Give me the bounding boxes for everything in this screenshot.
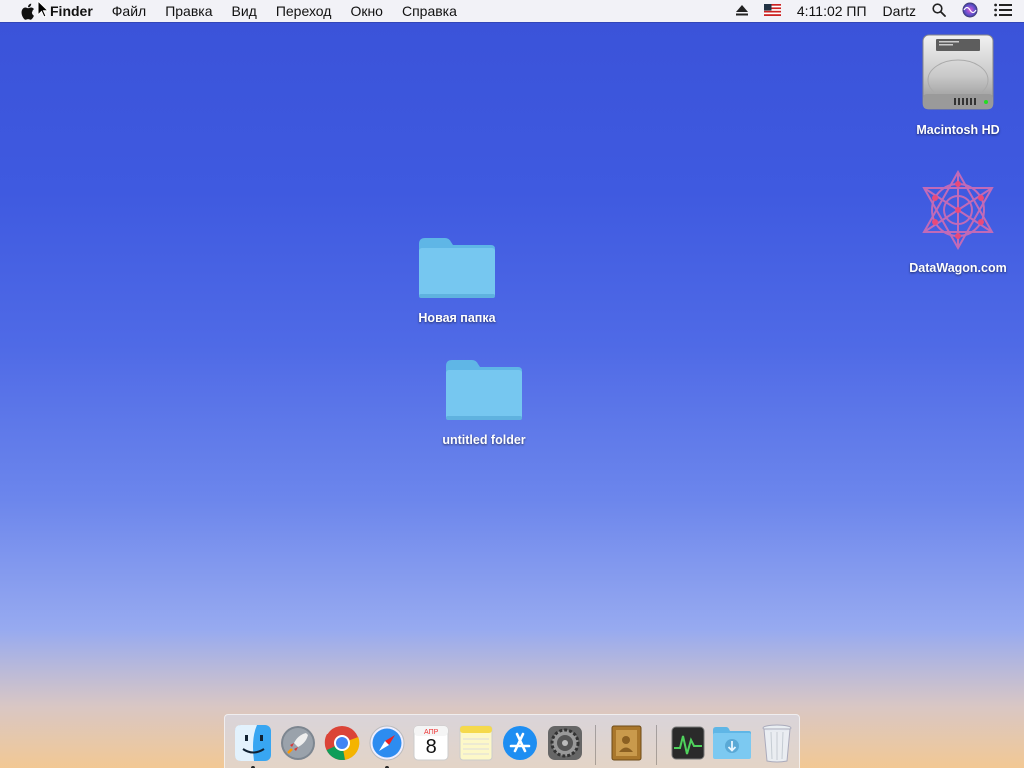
clock[interactable]: 4:11:02 ПП — [797, 3, 867, 19]
notification-center-icon[interactable] — [994, 3, 1012, 20]
menu-window[interactable]: Окно — [350, 3, 383, 19]
desktop-item-new-folder[interactable]: Новая папка — [392, 236, 522, 325]
desktop-item-untitled-folder[interactable]: untitled folder — [419, 358, 549, 447]
dock-activity-monitor[interactable] — [668, 721, 708, 765]
menu-go[interactable]: Переход — [276, 3, 332, 19]
siri-icon[interactable] — [962, 2, 978, 21]
menu-view[interactable]: Вид — [232, 3, 257, 19]
system-preferences-icon — [547, 726, 582, 760]
desktop-item-label: DataWagon.com — [909, 261, 1007, 275]
dock-separator — [656, 725, 658, 765]
safari-icon — [369, 725, 405, 761]
dock-safari[interactable] — [367, 721, 407, 768]
desktop: Finder Файл Правка Вид Переход Окно Спра… — [0, 0, 1024, 768]
activity-monitor-icon — [671, 726, 705, 760]
user-name[interactable]: Dartz — [883, 3, 916, 19]
downloads-folder-icon — [713, 727, 752, 759]
apple-logo-icon[interactable] — [19, 3, 35, 20]
dock-notes[interactable] — [456, 721, 496, 765]
us-flag-input-icon[interactable] — [763, 3, 781, 19]
chrome-icon — [324, 726, 360, 760]
dock-calendar[interactable]: АПР 8 — [411, 721, 451, 765]
search-icon[interactable] — [932, 2, 946, 20]
dock-trash[interactable] — [757, 721, 797, 765]
menu-file[interactable]: Файл — [112, 3, 146, 19]
launchpad-icon — [280, 726, 315, 760]
notes-icon — [459, 725, 493, 761]
dock-chrome[interactable] — [322, 721, 362, 765]
dock-system-preferences[interactable] — [545, 721, 585, 765]
menu-bar: Finder Файл Правка Вид Переход Окно Спра… — [0, 0, 1024, 22]
status-area: 4:11:02 ПП Dartz — [735, 0, 1024, 22]
contacts-icon — [611, 725, 642, 761]
desktop-item-macintosh-hd[interactable]: Macintosh HD — [893, 32, 1023, 137]
menu-help[interactable]: Справка — [402, 3, 457, 19]
mouse-cursor-icon — [37, 0, 50, 23]
dock-launchpad[interactable] — [278, 721, 318, 765]
desktop-item-label: Macintosh HD — [916, 123, 1000, 137]
dock-contacts[interactable] — [606, 721, 646, 765]
calendar-month: АПР — [424, 729, 439, 736]
desktop-item-label: untitled folder — [442, 433, 526, 447]
calendar-day: 8 — [425, 736, 437, 758]
hard-drive-icon — [920, 32, 996, 117]
finder-icon — [235, 725, 272, 761]
desktop-item-datawagon[interactable]: DataWagon.com — [893, 169, 1023, 275]
desktop-item-label: Новая папка — [418, 311, 496, 325]
network-volume-icon — [917, 169, 999, 255]
folder-icon — [417, 236, 497, 305]
dock: АПР 8 — [224, 714, 800, 768]
menu-edit[interactable]: Правка — [165, 3, 212, 19]
dock-separator — [594, 725, 596, 765]
eject-icon[interactable] — [735, 3, 748, 19]
menu-app-finder[interactable]: Finder — [50, 3, 93, 19]
trash-icon — [762, 724, 792, 763]
dock-app-store[interactable] — [500, 721, 540, 765]
app-store-icon — [503, 726, 538, 760]
dock-downloads[interactable] — [712, 721, 752, 765]
folder-icon — [444, 358, 524, 427]
dock-finder[interactable] — [233, 721, 273, 768]
